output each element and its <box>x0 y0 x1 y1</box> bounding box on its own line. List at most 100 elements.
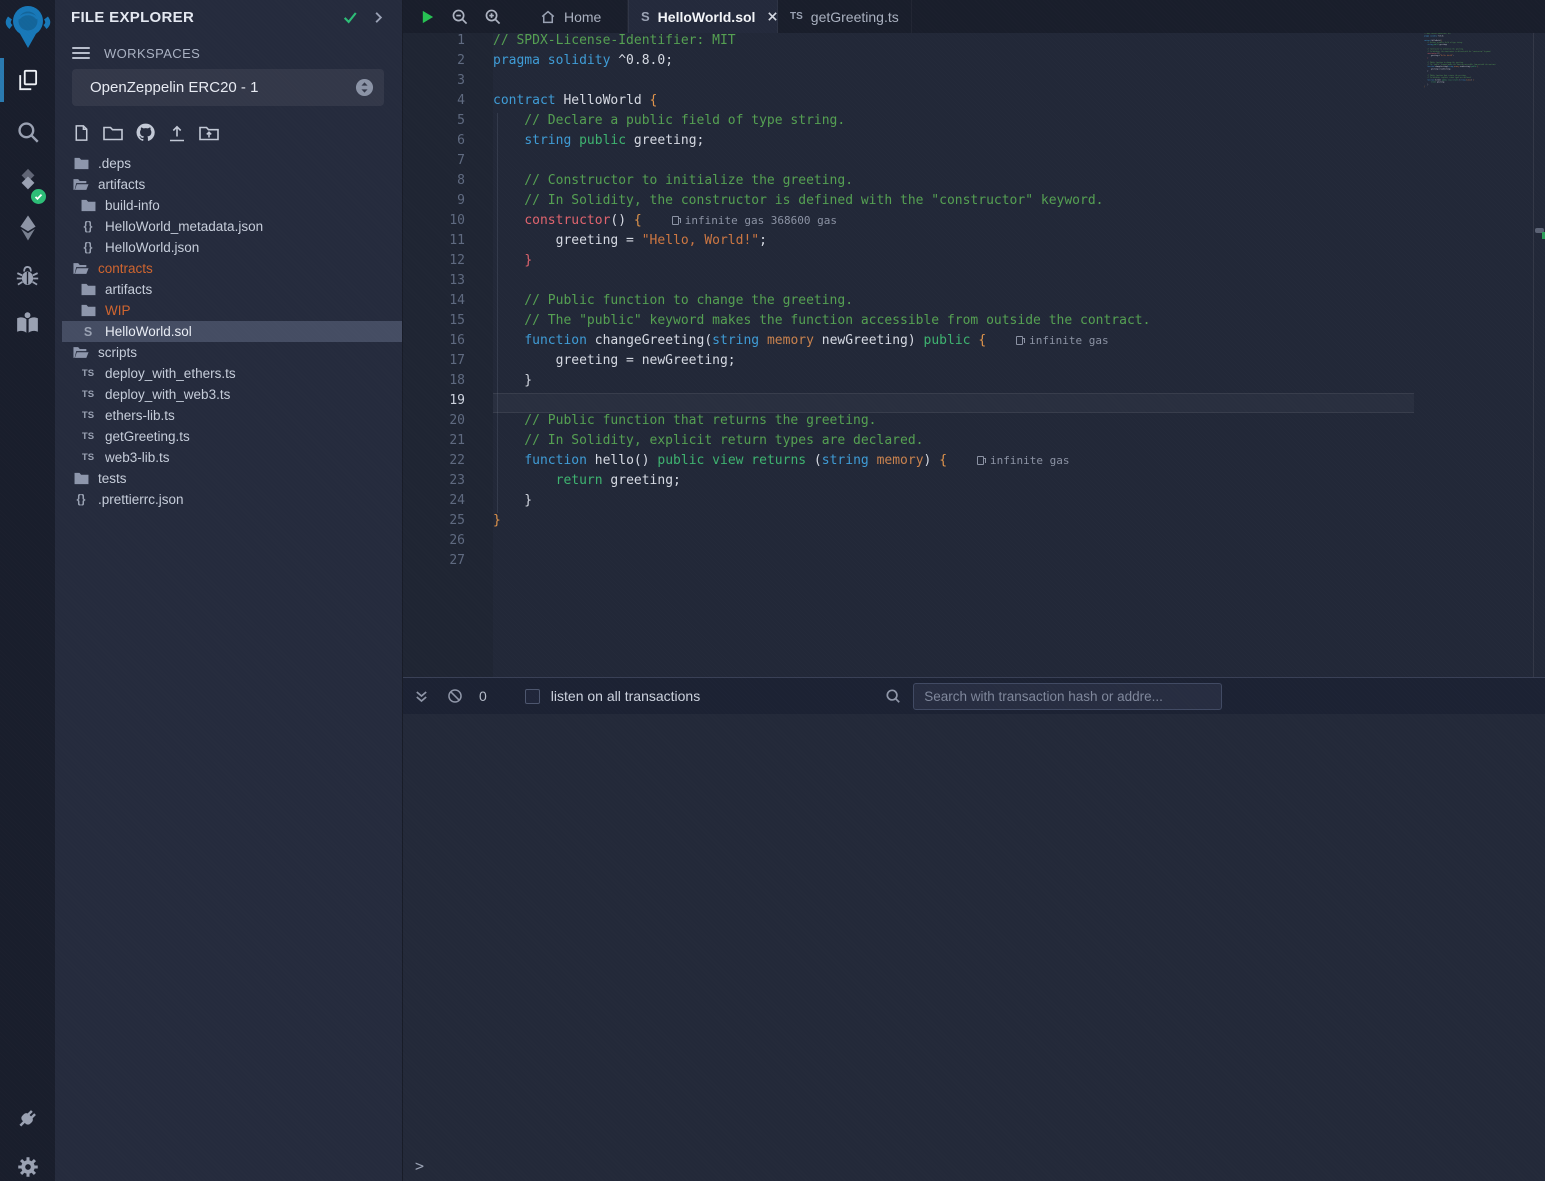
github-icon[interactable] <box>135 122 156 143</box>
tree-item-getgreeting-ts[interactable]: TS getGreeting.ts <box>55 426 402 447</box>
tree-item-wip[interactable]: WIP <box>55 300 402 321</box>
folder-open-icon <box>73 178 89 191</box>
line-number: 8 <box>403 173 493 193</box>
files-icon <box>15 67 41 93</box>
line-number: 2 <box>403 53 493 73</box>
main-area: Home S HelloWorld.sol TS getGreeting.ts … <box>403 0 1545 1181</box>
file-explorer-panel: FILE EXPLORER WORKSPACES OpenZeppelin ER… <box>55 0 403 1181</box>
listen-transactions-label[interactable]: listen on all transactions <box>551 688 700 704</box>
gas-estimate: infinite gas 368600 gas <box>672 214 837 227</box>
line-number: 9 <box>403 193 493 213</box>
json-icon: {} <box>73 494 89 506</box>
tree-item-scripts[interactable]: scripts <box>55 342 402 363</box>
code-line <box>493 533 1424 553</box>
tree-item-deploy-with-ethers-ts[interactable]: TSdeploy_with_ethers.ts <box>55 363 402 384</box>
panel-title: FILE EXPLORER <box>71 9 329 26</box>
expand-terminal-icon[interactable] <box>414 689 429 704</box>
folder-icon <box>73 157 89 170</box>
sidebar-item-solidity-compiler[interactable] <box>0 158 55 202</box>
new-file-icon[interactable] <box>72 123 91 143</box>
sidebar-item-plugin-manager[interactable] <box>0 1098 55 1138</box>
tree-item-build-info[interactable]: build-info <box>55 195 402 216</box>
code-line: } <box>493 513 1424 533</box>
tree-item-contracts[interactable]: contracts <box>55 258 402 279</box>
tree-item--prettierrc-json[interactable]: {}.prettierrc.json <box>55 489 402 510</box>
sidebar-item-settings[interactable] <box>0 1147 55 1181</box>
run-script-icon[interactable] <box>420 9 435 25</box>
sidebar-item-file-explorer[interactable] <box>0 60 55 100</box>
zoom-in-icon[interactable] <box>484 8 501 25</box>
close-tab-icon[interactable] <box>767 11 778 22</box>
ts-icon: TS <box>80 368 96 379</box>
code-line: function hello() public view returns (st… <box>493 453 1424 473</box>
upload-file-icon[interactable] <box>167 123 187 143</box>
folder-icon <box>80 199 96 212</box>
new-folder-icon[interactable] <box>102 123 124 143</box>
explorer-header: FILE EXPLORER <box>55 0 402 34</box>
line-number: 24 <box>403 493 493 513</box>
tree-item-label: getGreeting.ts <box>105 429 190 444</box>
line-number: 22 <box>403 453 493 473</box>
line-number: 25 <box>403 513 493 533</box>
upload-folder-icon[interactable] <box>198 123 220 143</box>
editor-toolbar <box>403 0 528 33</box>
tree-item-label: artifacts <box>105 282 152 297</box>
file-tree: .depsartifactsbuild-info{}HelloWorld_met… <box>55 153 402 510</box>
line-number: 23 <box>403 473 493 493</box>
tree-item-web3-lib-ts[interactable]: TSweb3-lib.ts <box>55 447 402 468</box>
tree-item-artifacts[interactable]: artifacts <box>55 174 402 195</box>
code-line: string public greeting; <box>493 133 1424 153</box>
tab-helloworld-sol[interactable]: S HelloWorld.sol <box>628 0 778 33</box>
tree-item--deps[interactable]: .deps <box>55 153 402 174</box>
sidebar-item-unit-testing[interactable] <box>0 302 55 342</box>
terminal-search-input[interactable] <box>913 683 1222 710</box>
tree-item-artifacts[interactable]: artifacts <box>55 279 402 300</box>
tree-item-label: HelloWorld.sol <box>105 324 192 339</box>
ts-icon: TS <box>80 431 96 442</box>
home-icon <box>540 9 556 25</box>
tree-item-ethers-lib-ts[interactable]: TSethers-lib.ts <box>55 405 402 426</box>
tree-item-label: .deps <box>98 156 131 171</box>
tree-item-tests[interactable]: tests <box>55 468 402 489</box>
minimap[interactable]: // SPDX-License-Identifier: MITpragma so… <box>1424 33 1506 677</box>
sidebar-item-deploy-and-run[interactable] <box>0 208 55 248</box>
tree-item-label: tests <box>98 471 127 486</box>
terminal-panel: 0 listen on all transactions > <box>403 677 1545 1181</box>
workspace-select[interactable]: OpenZeppelin ERC20 - 1 <box>72 69 384 106</box>
line-number: 10 <box>403 213 493 233</box>
json-icon: {} <box>80 242 96 254</box>
code-line <box>493 553 1424 573</box>
sidebar-item-debugger[interactable] <box>0 256 55 296</box>
ts-icon: TS <box>80 452 96 463</box>
code-line: function changeGreeting(string memory ne… <box>493 333 1424 353</box>
tab-label: HelloWorld.sol <box>658 9 756 25</box>
compile-success-badge <box>31 189 46 204</box>
typescript-file-icon: TS <box>790 11 803 22</box>
ethereum-icon <box>15 213 41 243</box>
terminal-output[interactable]: > <box>403 714 1545 1181</box>
clear-console-icon[interactable] <box>447 688 463 704</box>
tree-item-deploy-with-web3-ts[interactable]: TSdeploy_with_web3.ts <box>55 384 402 405</box>
code-line: // Public function to change the greetin… <box>493 293 1424 313</box>
remix-logo-icon <box>5 1 51 49</box>
code-line: pragma solidity ^0.8.0; <box>493 53 1424 73</box>
workspaces-menu-icon[interactable] <box>72 44 90 62</box>
workspace-select-arrows-icon <box>355 78 374 97</box>
tab-home[interactable]: Home <box>528 0 628 33</box>
code-editor[interactable]: 1234567891011121314151617181920212223242… <box>403 33 1545 677</box>
code-line: // Declare a public field of type string… <box>493 113 1424 133</box>
line-number: 3 <box>403 73 493 93</box>
sol-icon: S <box>80 325 96 339</box>
sidebar-item-search[interactable] <box>0 112 55 152</box>
tab-getgreeting-ts[interactable]: TS getGreeting.ts <box>778 0 912 33</box>
tree-item-helloworld-json[interactable]: {} HelloWorld.json <box>55 237 402 258</box>
tree-item-label: HelloWorld.json <box>105 240 199 255</box>
panel-collapse-chevron-icon[interactable] <box>371 10 386 25</box>
ts-icon: TS <box>80 410 96 421</box>
code-line: greeting = "Hello, World!"; <box>493 233 1424 253</box>
terminal-search-icon <box>885 688 901 704</box>
tree-item-helloworld-sol[interactable]: S HelloWorld.sol <box>62 321 402 342</box>
tree-item-helloworld-metadata-json[interactable]: {}HelloWorld_metadata.json <box>55 216 402 237</box>
zoom-out-icon[interactable] <box>451 8 468 25</box>
listen-transactions-checkbox[interactable] <box>525 689 540 704</box>
